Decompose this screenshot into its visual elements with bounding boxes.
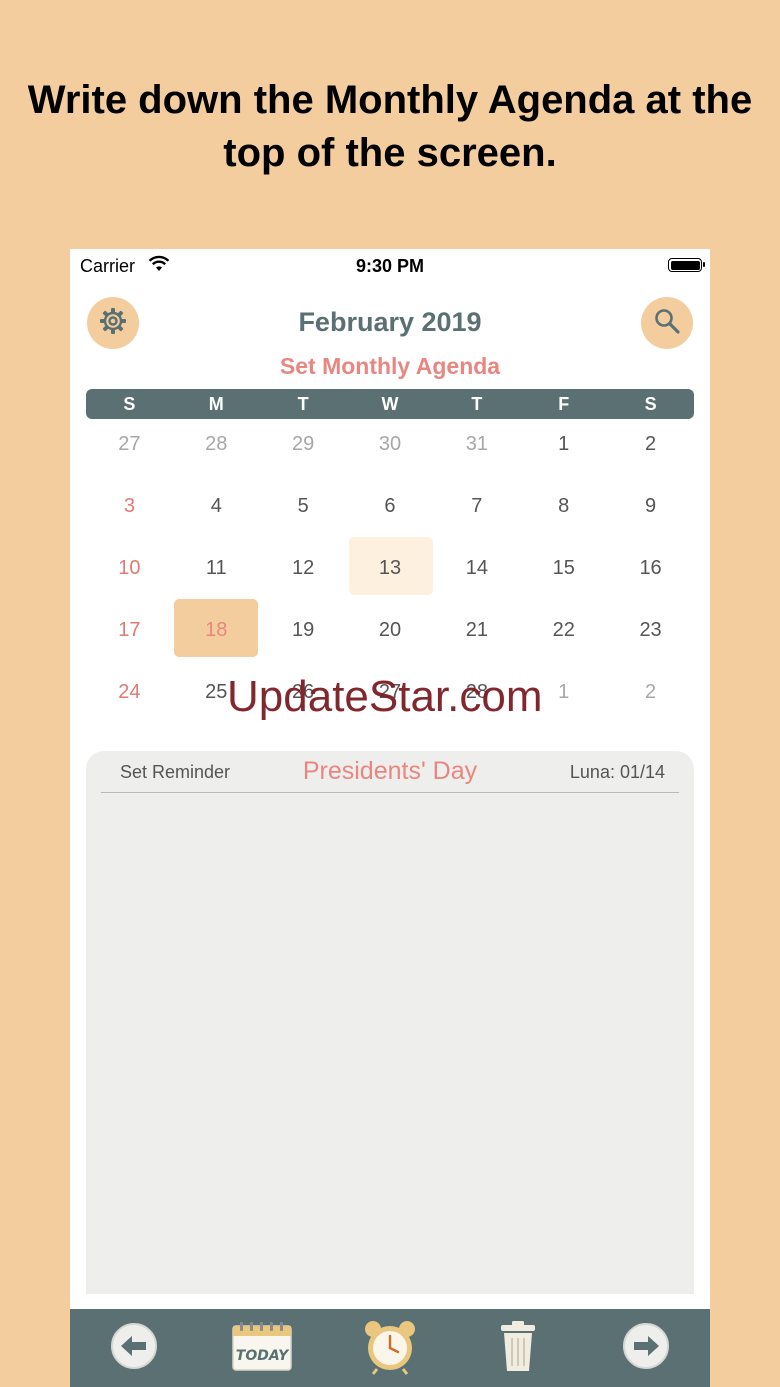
calendar-day[interactable]: 23 [607, 599, 694, 661]
day-number: 5 [297, 494, 309, 517]
day-number: 12 [292, 556, 315, 579]
calendar-day[interactable]: 29 [260, 413, 347, 475]
today-calendar-icon: TODAY [231, 1320, 293, 1377]
trash-icon [498, 1319, 538, 1378]
caption-text: Write down the Monthly Agenda at the top… [27, 78, 753, 175]
calendar-day[interactable]: 20 [347, 599, 434, 661]
bottom-toolbar: TODAY [70, 1309, 710, 1387]
calendar-day[interactable]: 5 [260, 475, 347, 537]
alarm-button[interactable] [357, 1315, 423, 1381]
day-number: 6 [384, 494, 396, 517]
day-number: 2 [645, 680, 657, 703]
calendar-day[interactable]: 4 [173, 475, 260, 537]
day-number: 10 [118, 556, 141, 579]
calendar-day[interactable]: 31 [433, 413, 520, 475]
day-number: 18 [205, 618, 228, 641]
calendar-day[interactable]: 17 [86, 599, 173, 661]
day-number: 15 [552, 556, 575, 579]
calendar-day[interactable]: 11 [173, 537, 260, 599]
calendar-day[interactable]: 7 [433, 475, 520, 537]
delete-button[interactable] [485, 1315, 551, 1381]
calendar-day[interactable]: 22 [520, 599, 607, 661]
calendar-day[interactable]: 16 [607, 537, 694, 599]
today-button[interactable]: TODAY [229, 1315, 295, 1381]
day-number: 11 [205, 556, 227, 579]
calendar-day[interactable]: 9 [607, 475, 694, 537]
next-button[interactable] [613, 1315, 679, 1381]
calendar-day[interactable]: 10 [86, 537, 173, 599]
reminder-panel: Set Reminder Presidents' Day Luna: 01/14 [86, 751, 694, 1294]
set-monthly-agenda-link[interactable]: Set Monthly Agenda [70, 353, 710, 380]
today-text: TODAY [236, 1348, 290, 1364]
calendar-day[interactable]: 14 [433, 537, 520, 599]
day-number: 7 [471, 494, 483, 517]
day-number: 30 [378, 432, 402, 455]
phone-screen: Carrier 9:30 PM February 2019 Set Monthl… [70, 249, 710, 1387]
lunar-date-label: Luna: 01/14 [569, 762, 665, 782]
day-number: 16 [639, 556, 662, 579]
day-number: 9 [645, 494, 657, 517]
calendar-day[interactable]: 19 [260, 599, 347, 661]
day-number: 1 [558, 432, 570, 455]
day-number: 19 [292, 618, 315, 641]
notes-area[interactable] [86, 795, 694, 1294]
watermark: UpdateStar.com [227, 672, 543, 721]
calendar-day[interactable]: 28 [173, 413, 260, 475]
day-number: 2 [645, 432, 657, 455]
forward-arrow-icon [621, 1321, 671, 1376]
day-number: 27 [118, 432, 141, 455]
day-number: 24 [118, 680, 141, 703]
day-number: 22 [552, 618, 575, 641]
day-number: 8 [558, 494, 570, 517]
calendar-day[interactable]: 24 [86, 661, 173, 723]
alarm-clock-icon [361, 1317, 419, 1380]
day-number: 28 [205, 432, 228, 455]
search-button[interactable] [641, 297, 693, 349]
calendar-day[interactable]: 15 [520, 537, 607, 599]
reminder-panel-header: Set Reminder Presidents' Day Luna: 01/14 [101, 751, 679, 793]
calendar-day[interactable]: 27 [86, 413, 173, 475]
day-number: 17 [118, 618, 141, 641]
calendar-day[interactable]: 8 [520, 475, 607, 537]
calendar-day[interactable]: 30 [347, 413, 434, 475]
previous-button[interactable] [101, 1315, 167, 1381]
day-number: 4 [210, 494, 222, 517]
day-number: 3 [123, 494, 135, 517]
search-icon [653, 307, 681, 340]
calendar-day[interactable]: 12 [260, 537, 347, 599]
back-arrow-icon [109, 1321, 159, 1376]
day-number: 25 [205, 680, 228, 703]
status-bar: Carrier 9:30 PM [70, 249, 710, 283]
day-number: 23 [639, 618, 662, 641]
calendar-day[interactable]: 21 [433, 599, 520, 661]
calendar-day[interactable]: 2 [607, 413, 694, 475]
calendar-day[interactable]: 1 [520, 413, 607, 475]
calendar-day[interactable]: 18 [173, 599, 260, 661]
status-time: 9:30 PM [355, 256, 425, 276]
month-title: February 2019 [298, 307, 482, 337]
day-number: 21 [465, 618, 488, 641]
battery-icon [668, 258, 705, 272]
day-number: 13 [378, 556, 402, 579]
day-number: 1 [558, 680, 570, 703]
day-number: 20 [378, 618, 402, 641]
calendar-day[interactable]: 2 [607, 661, 694, 723]
calendar-day[interactable]: 3 [86, 475, 173, 537]
day-number: 14 [465, 556, 488, 579]
calendar-day[interactable]: 6 [347, 475, 434, 537]
day-number: 31 [465, 432, 488, 455]
calendar-day[interactable]: 13 [347, 537, 434, 599]
day-number: 29 [292, 432, 315, 455]
